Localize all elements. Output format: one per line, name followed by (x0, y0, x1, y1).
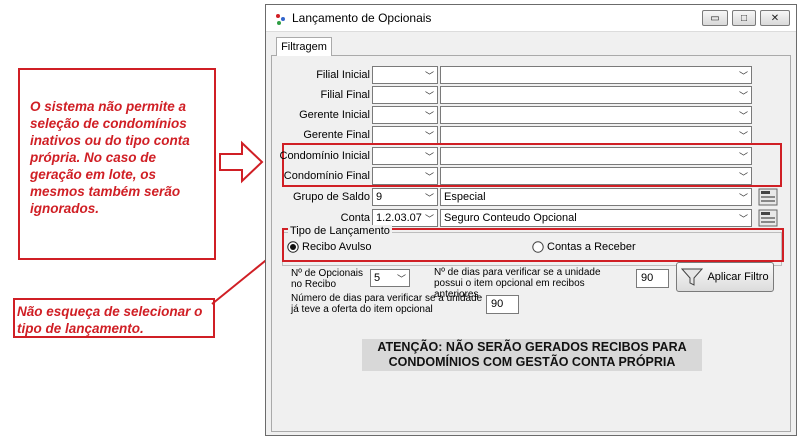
condominio-inicial-select[interactable]: ﹀ (440, 147, 752, 165)
annotation-main-text: O sistema não permite a seleção de condo… (30, 99, 190, 216)
maximize-button[interactable]: □ (732, 10, 756, 26)
condominio-final-code-select[interactable]: ﹀ (372, 167, 438, 185)
contas-receber-radio[interactable]: Contas a Receber (532, 241, 636, 253)
recibo-avulso-radio[interactable]: Recibo Avulso (287, 241, 372, 253)
dias-recibos-input[interactable]: 90 (636, 269, 669, 288)
filter-panel: Filial Inicial ﹀ ﹀ Filial Final ﹀ ﹀ Gere… (271, 55, 791, 432)
filial-inicial-label: Filial Inicial (316, 69, 370, 81)
chevron-down-icon: ﹀ (424, 131, 434, 141)
dias-oferta-label: Número de dias para verificar se a unida… (291, 293, 483, 315)
grupo-saldo-label: Grupo de Saldo (292, 191, 370, 203)
gerente-inicial-select[interactable]: ﹀ (440, 106, 752, 124)
filial-inicial-select[interactable]: ﹀ (440, 66, 752, 84)
close-button[interactable]: ✕ (760, 10, 790, 26)
chevron-down-icon: ﹀ (424, 214, 434, 224)
chevron-down-icon: ﹀ (424, 71, 434, 81)
condominio-final-select[interactable]: ﹀ (440, 167, 752, 185)
dias-oferta-input[interactable]: 90 (486, 295, 519, 314)
condominio-inicial-label: Condomínio Inicial (279, 150, 371, 162)
gerente-final-select[interactable]: ﹀ (440, 126, 752, 144)
filial-final-code-select[interactable]: ﹀ (372, 86, 438, 104)
conta-select[interactable]: Seguro Conteudo Opcional ﹀ (440, 209, 752, 227)
apply-filter-label: Aplicar Filtro (707, 271, 769, 283)
chevron-down-icon: ﹀ (738, 71, 748, 81)
warning-text: ATENÇÃO: NÃO SERÃO GERADOS RECIBOS PARA … (362, 339, 702, 371)
recibo-avulso-label: Recibo Avulso (302, 241, 372, 253)
gerente-inicial-label: Gerente Inicial (299, 109, 370, 121)
chevron-down-icon: ﹀ (424, 172, 434, 182)
chevron-down-icon: ﹀ (738, 193, 748, 203)
grupo-saldo-select[interactable]: Especial ﹀ (440, 188, 752, 206)
filter-icon (681, 268, 704, 286)
apply-filter-button[interactable]: Aplicar Filtro (676, 262, 774, 292)
radio-selected-icon (287, 241, 299, 253)
title-bar: Lançamento de Opcionais ▭ □ ✕ (266, 5, 796, 32)
filial-inicial-code-select[interactable]: ﹀ (372, 66, 438, 84)
radio-unselected-icon (532, 241, 544, 253)
dialog-window: Lançamento de Opcionais ▭ □ ✕ Filtragem … (265, 4, 797, 436)
gerente-final-code-select[interactable]: ﹀ (372, 126, 438, 144)
chevron-down-icon: ﹀ (396, 274, 406, 284)
opcionais-select[interactable]: 5 ﹀ (370, 269, 410, 287)
tipo-lancamento-legend: Tipo de Lançamento (288, 225, 392, 237)
chevron-down-icon: ﹀ (738, 111, 748, 121)
opcionais-label: Nº de Opcionais no Recibo (291, 268, 364, 290)
lookup-grid-icon[interactable] (758, 188, 778, 206)
gerente-final-label: Gerente Final (303, 129, 370, 141)
contas-receber-label: Contas a Receber (547, 241, 636, 253)
lookup-grid-icon[interactable] (758, 209, 778, 227)
minimize-button[interactable]: ▭ (702, 10, 728, 26)
chevron-down-icon: ﹀ (424, 91, 434, 101)
chevron-down-icon: ﹀ (738, 152, 748, 162)
gerente-inicial-code-select[interactable]: ﹀ (372, 106, 438, 124)
chevron-down-icon: ﹀ (738, 172, 748, 182)
app-icon (276, 14, 285, 25)
filial-final-label: Filial Final (320, 89, 370, 101)
chevron-down-icon: ﹀ (424, 111, 434, 121)
chevron-down-icon: ﹀ (738, 131, 748, 141)
chevron-down-icon: ﹀ (738, 214, 748, 224)
grupo-saldo-code-select[interactable]: 9 ﹀ (372, 188, 438, 206)
condominio-final-label: Condomínio Final (283, 170, 370, 182)
filial-final-select[interactable]: ﹀ (440, 86, 752, 104)
chevron-down-icon: ﹀ (424, 193, 434, 203)
chevron-down-icon: ﹀ (738, 91, 748, 101)
condominio-inicial-code-select[interactable]: ﹀ (372, 147, 438, 165)
chevron-down-icon: ﹀ (424, 152, 434, 162)
window-title: Lançamento de Opcionais (292, 11, 432, 25)
annotation-type-text: Não esqueça de selecionar o tipo de lanç… (17, 304, 203, 336)
conta-label: Conta (340, 212, 370, 224)
tab-filtragem[interactable]: Filtragem (276, 37, 332, 56)
arrow-right-icon (219, 140, 264, 184)
